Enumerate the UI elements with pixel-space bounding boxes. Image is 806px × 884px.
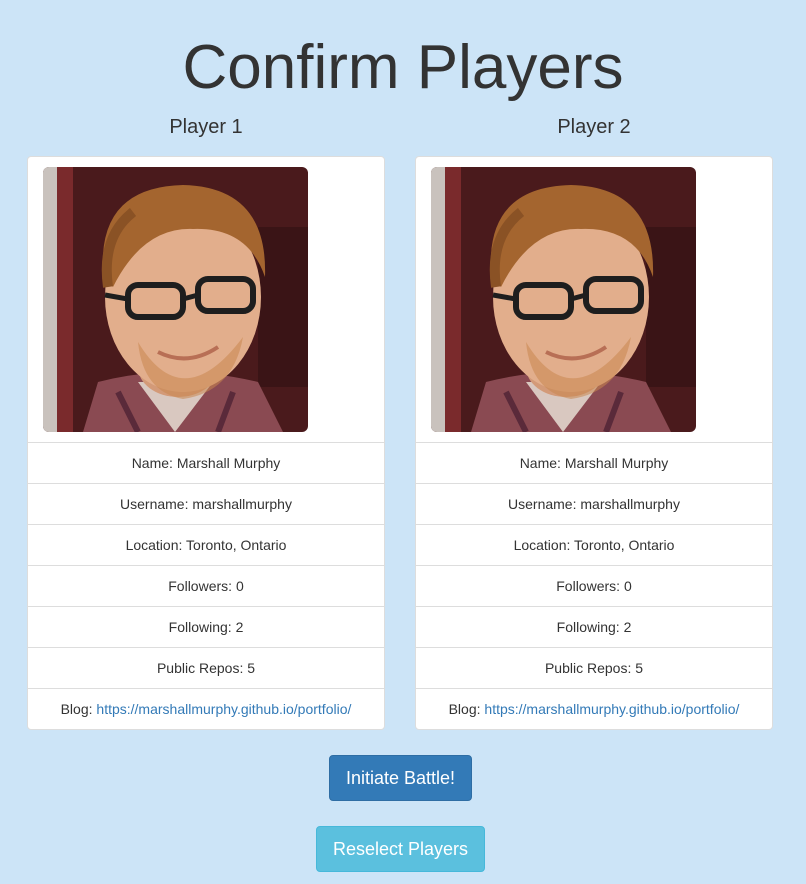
public-repos-row: Public Repos: 5 <box>416 648 772 689</box>
location-label: Location: <box>125 537 183 553</box>
followers-row: Followers: 0 <box>28 566 384 607</box>
username-row: Username: marshallmurphy <box>28 484 384 525</box>
page-title: Confirm Players <box>182 33 624 102</box>
public-repos-label: Public Repos: <box>156 660 244 676</box>
location-row: Location: Toronto, Ontario <box>416 525 772 566</box>
following-value: 2 <box>235 619 244 635</box>
public-repos-row: Public Repos: 5 <box>28 648 384 689</box>
followers-label: Followers: <box>556 578 621 594</box>
player-card: Name: Marshall Murphy Username: marshall… <box>415 156 773 730</box>
avatar-container <box>416 157 772 443</box>
username-label: Username: <box>508 496 577 512</box>
initiate-battle-button[interactable]: Initiate Battle! <box>329 755 472 801</box>
player-2-column: Player 2 Name: Marshall Murphy Username:… <box>415 112 773 730</box>
player-heading: Player 1 <box>169 116 243 138</box>
following-row: Following: 2 <box>28 607 384 648</box>
blog-link[interactable]: https://marshallmurphy.github.io/portfol… <box>484 701 739 717</box>
player-heading: Player 2 <box>557 116 631 138</box>
location-value: Toronto, Ontario <box>574 537 675 553</box>
blog-label: Blog: <box>448 701 481 717</box>
name-row: Name: Marshall Murphy <box>28 443 384 484</box>
player-1-column: Player 1 Name: Marshall Murphy Username:… <box>27 112 385 730</box>
followers-row: Followers: 0 <box>416 566 772 607</box>
following-label: Following: <box>168 619 232 635</box>
public-repos-value: 5 <box>635 660 644 676</box>
blog-link[interactable]: https://marshallmurphy.github.io/portfol… <box>96 701 351 717</box>
name-row: Name: Marshall Murphy <box>416 443 772 484</box>
following-row: Following: 2 <box>416 607 772 648</box>
followers-value: 0 <box>235 578 244 594</box>
public-repos-label: Public Repos: <box>544 660 632 676</box>
player-card: Name: Marshall Murphy Username: marshall… <box>27 156 385 730</box>
location-row: Location: Toronto, Ontario <box>28 525 384 566</box>
followers-label: Followers: <box>168 578 233 594</box>
public-repos-value: 5 <box>247 660 256 676</box>
blog-row: Blog: https://marshallmurphy.github.io/p… <box>416 689 772 729</box>
blog-label: Blog: <box>60 701 93 717</box>
avatar <box>431 167 696 432</box>
followers-value: 0 <box>623 578 632 594</box>
name-label: Name: <box>519 455 561 471</box>
name-label: Name: <box>131 455 173 471</box>
avatar <box>43 167 308 432</box>
following-value: 2 <box>623 619 632 635</box>
username-value: marshallmurphy <box>580 496 680 512</box>
username-value: marshallmurphy <box>192 496 292 512</box>
location-value: Toronto, Ontario <box>186 537 287 553</box>
blog-row: Blog: https://marshallmurphy.github.io/p… <box>28 689 384 729</box>
username-label: Username: <box>120 496 189 512</box>
username-row: Username: marshallmurphy <box>416 484 772 525</box>
following-label: Following: <box>556 619 620 635</box>
location-label: Location: <box>513 537 571 553</box>
name-value: Marshall Murphy <box>176 455 281 471</box>
avatar-container <box>28 157 384 443</box>
reselect-players-button[interactable]: Reselect Players <box>316 826 485 872</box>
name-value: Marshall Murphy <box>564 455 669 471</box>
